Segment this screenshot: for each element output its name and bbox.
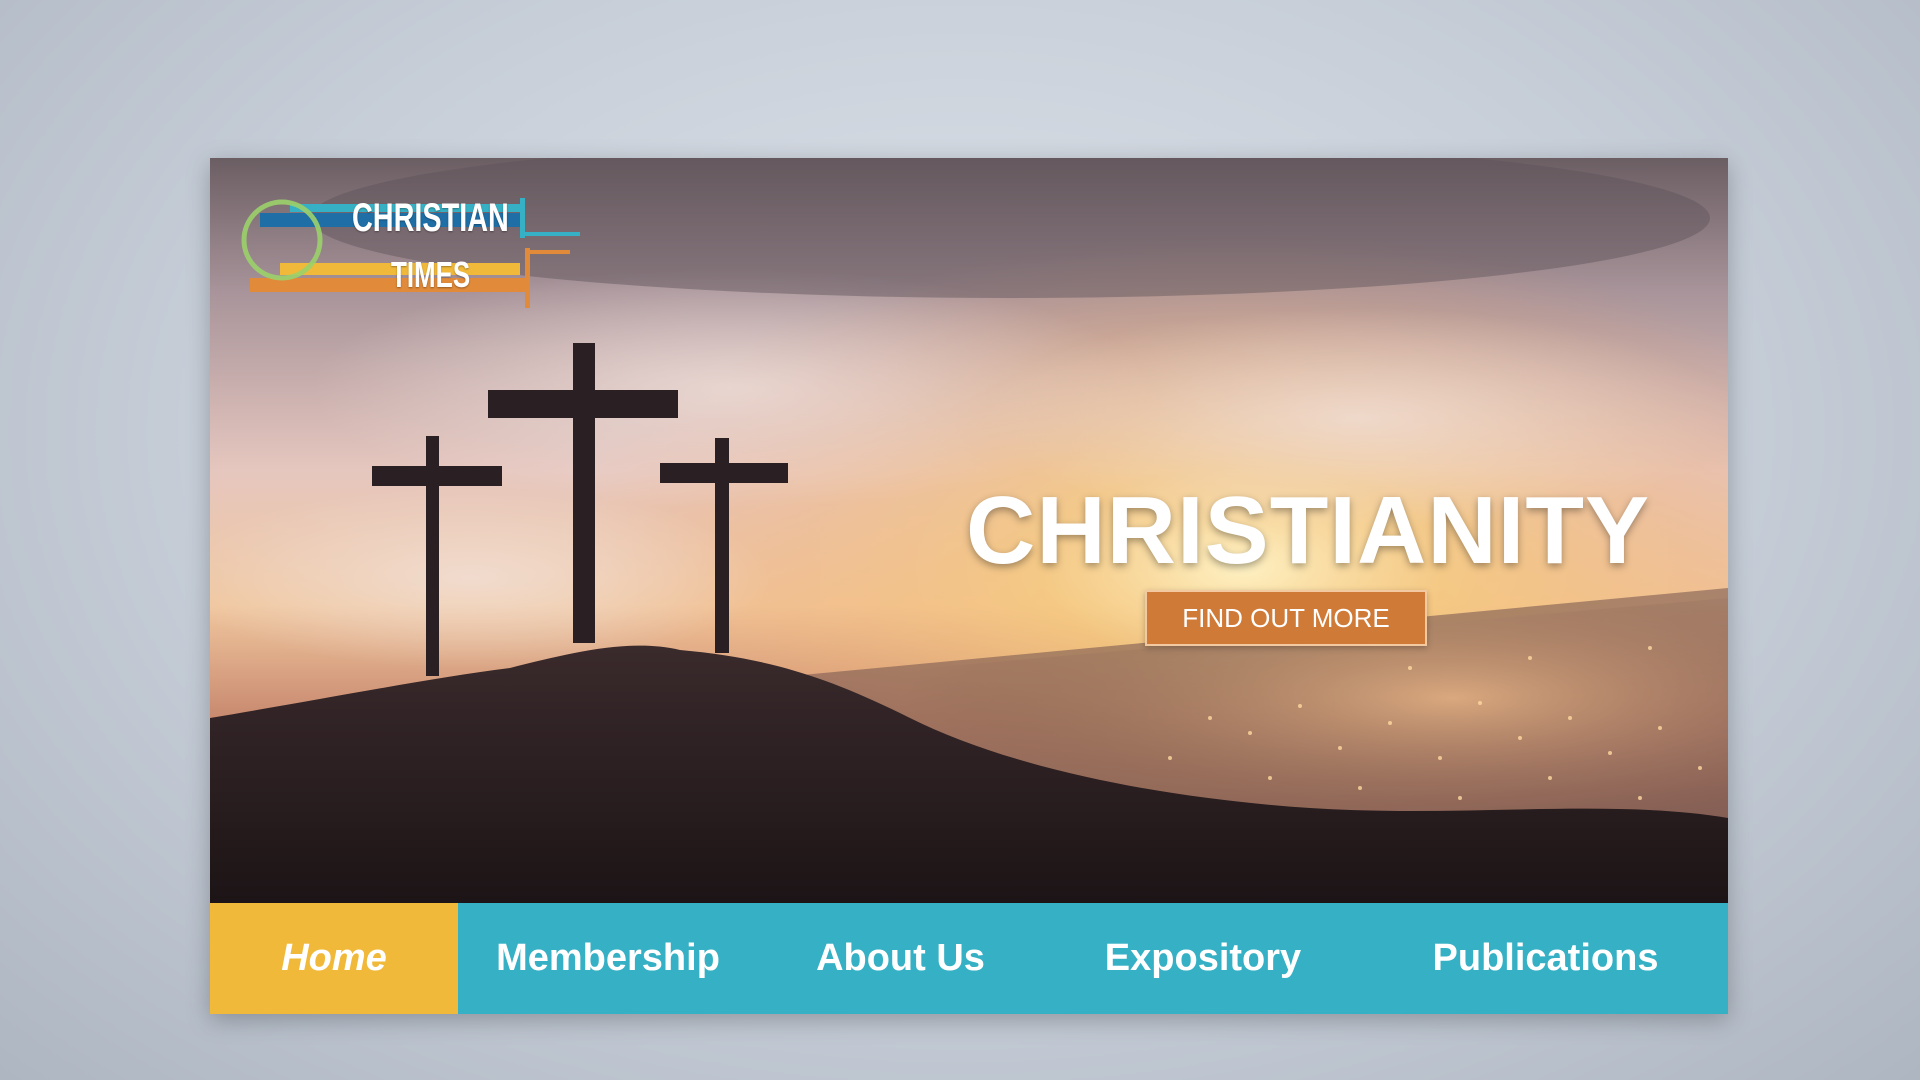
- logo-line1: CHRISTIAN: [352, 196, 509, 240]
- hero-banner: CHRISTIAN TIMES CHRISTIANITY FIND OUT MO…: [210, 158, 1728, 903]
- nav-item-membership[interactable]: Membership: [458, 903, 758, 1014]
- find-out-more-button[interactable]: FIND OUT MORE: [1145, 590, 1427, 646]
- nav-item-about-us[interactable]: About Us: [758, 903, 1043, 1014]
- website-page: CHRISTIAN TIMES CHRISTIANITY FIND OUT MO…: [210, 158, 1728, 1014]
- nav-item-publications[interactable]: Publications: [1363, 903, 1728, 1014]
- hero-title: CHRISTIANITY: [966, 477, 1650, 584]
- christian-times-logo[interactable]: CHRISTIAN TIMES: [240, 188, 590, 323]
- main-navigation: Home Membership About Us Expository Publ…: [210, 903, 1728, 1014]
- logo-line2: TIMES: [391, 254, 471, 295]
- nav-item-expository[interactable]: Expository: [1043, 903, 1363, 1014]
- nav-item-home[interactable]: Home: [210, 903, 458, 1014]
